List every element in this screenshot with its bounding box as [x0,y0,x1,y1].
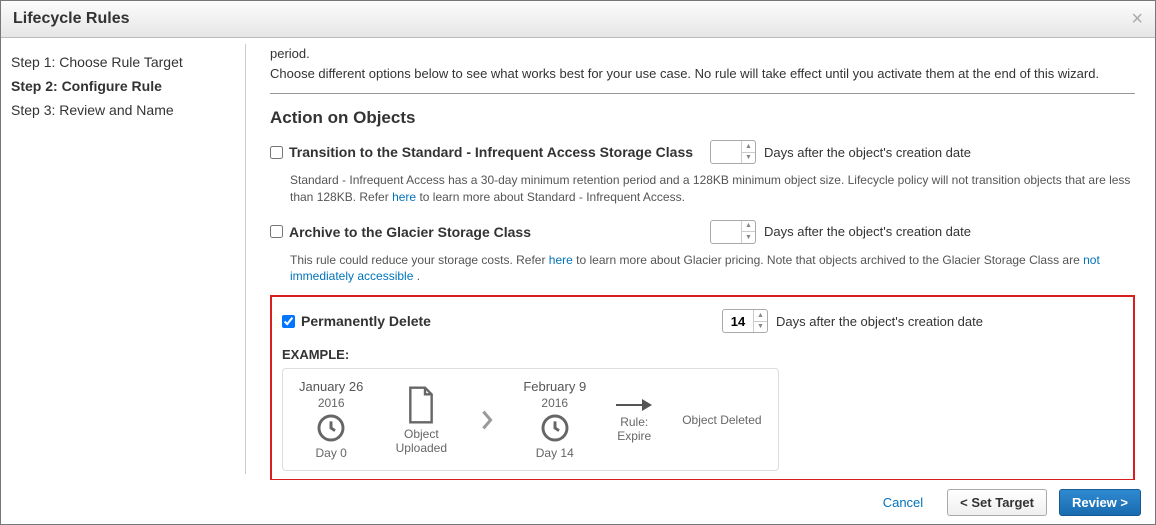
glacier-suffix: Days after the object's creation date [764,224,971,239]
spinner-up-icon[interactable]: ▲ [754,310,767,322]
ia-checkbox-label[interactable]: Transition to the Standard - Infrequent … [270,144,710,160]
dialog-body: Step 1: Choose Rule Target Step 2: Confi… [1,38,1155,480]
example-end: February 9 2016 Day 14 [523,379,586,460]
example-label: EXAMPLE: [282,347,1123,362]
separator [270,93,1135,94]
set-target-button[interactable]: < Set Target [947,489,1047,516]
delete-days-input[interactable] [723,314,753,329]
review-button[interactable]: Review > [1059,489,1141,516]
step-1[interactable]: Step 1: Choose Rule Target [11,50,235,74]
spinner-down-icon[interactable]: ▼ [754,322,767,333]
ia-suffix: Days after the object's creation date [764,145,971,160]
close-icon[interactable]: × [1131,9,1143,29]
main-panel: period. Choose different options below t… [246,38,1155,480]
delete-days-input-wrap[interactable]: ▲▼ [722,309,768,333]
delete-highlight: Permanently Delete ▲▼ Days after the obj… [270,295,1135,480]
example-deleted: Object Deleted [682,413,761,427]
dialog-title: Lifecycle Rules [13,10,130,28]
delete-label-text: Permanently Delete [301,313,431,329]
step-2[interactable]: Step 2: Configure Rule [11,74,235,98]
ia-label-text: Transition to the Standard - Infrequent … [289,144,693,160]
example-upload: Object Uploaded [391,385,451,455]
lifecycle-rules-dialog: Lifecycle Rules × Step 1: Choose Rule Ta… [0,0,1156,525]
dialog-footer: Cancel < Set Target Review > [1,480,1155,524]
ia-checkbox[interactable] [270,146,283,159]
example-rule: Rule: Expire [614,397,654,443]
intro-text: period. Choose different options below t… [270,44,1135,83]
glacier-spinner[interactable]: ▲▼ [741,221,755,243]
glacier-days-input[interactable] [711,224,741,239]
example-chevron [479,408,495,432]
clock-icon [315,412,347,444]
example-box: January 26 2016 Day 0 Object Uploaded Fe… [282,368,779,471]
example-start: January 26 2016 Day 0 [299,379,363,460]
glacier-here-link[interactable]: here [549,253,573,267]
delete-spinner[interactable]: ▲▼ [753,310,767,332]
action-delete: Permanently Delete ▲▼ Days after the obj… [282,305,1123,337]
glacier-checkbox[interactable] [270,225,283,238]
cancel-button[interactable]: Cancel [871,490,935,515]
clock-icon [539,412,571,444]
spinner-up-icon[interactable]: ▲ [742,141,755,153]
step-3[interactable]: Step 3: Review and Name [11,98,235,122]
ia-days-input[interactable] [711,145,741,160]
spinner-down-icon[interactable]: ▼ [742,232,755,243]
glacier-help: This rule could reduce your storage cost… [290,252,1135,286]
glacier-checkbox-label[interactable]: Archive to the Glacier Storage Class [270,224,710,240]
ia-help: Standard - Infrequent Access has a 30-da… [290,172,1135,206]
chevron-right-icon [479,408,495,432]
intro-line1: period. [270,46,310,61]
action-glacier: Archive to the Glacier Storage Class ▲▼ … [270,216,1135,248]
glacier-days-input-wrap[interactable]: ▲▼ [710,220,756,244]
ia-spinner[interactable]: ▲▼ [741,141,755,163]
wizard-steps: Step 1: Choose Rule Target Step 2: Confi… [1,38,245,480]
intro-line2: Choose different options below to see wh… [270,66,1099,81]
dialog-header: Lifecycle Rules × [1,1,1155,38]
glacier-label-text: Archive to the Glacier Storage Class [289,224,531,240]
ia-here-link[interactable]: here [392,190,416,204]
ia-days-input-wrap[interactable]: ▲▼ [710,140,756,164]
spinner-down-icon[interactable]: ▼ [742,153,755,164]
arrow-right-icon [614,397,654,413]
delete-suffix: Days after the object's creation date [776,314,983,329]
delete-checkbox-label[interactable]: Permanently Delete [282,313,722,329]
delete-checkbox[interactable] [282,315,295,328]
spinner-up-icon[interactable]: ▲ [742,221,755,233]
section-title: Action on Objects [270,108,1135,128]
action-transition-ia: Transition to the Standard - Infrequent … [270,136,1135,168]
file-icon [405,385,437,425]
